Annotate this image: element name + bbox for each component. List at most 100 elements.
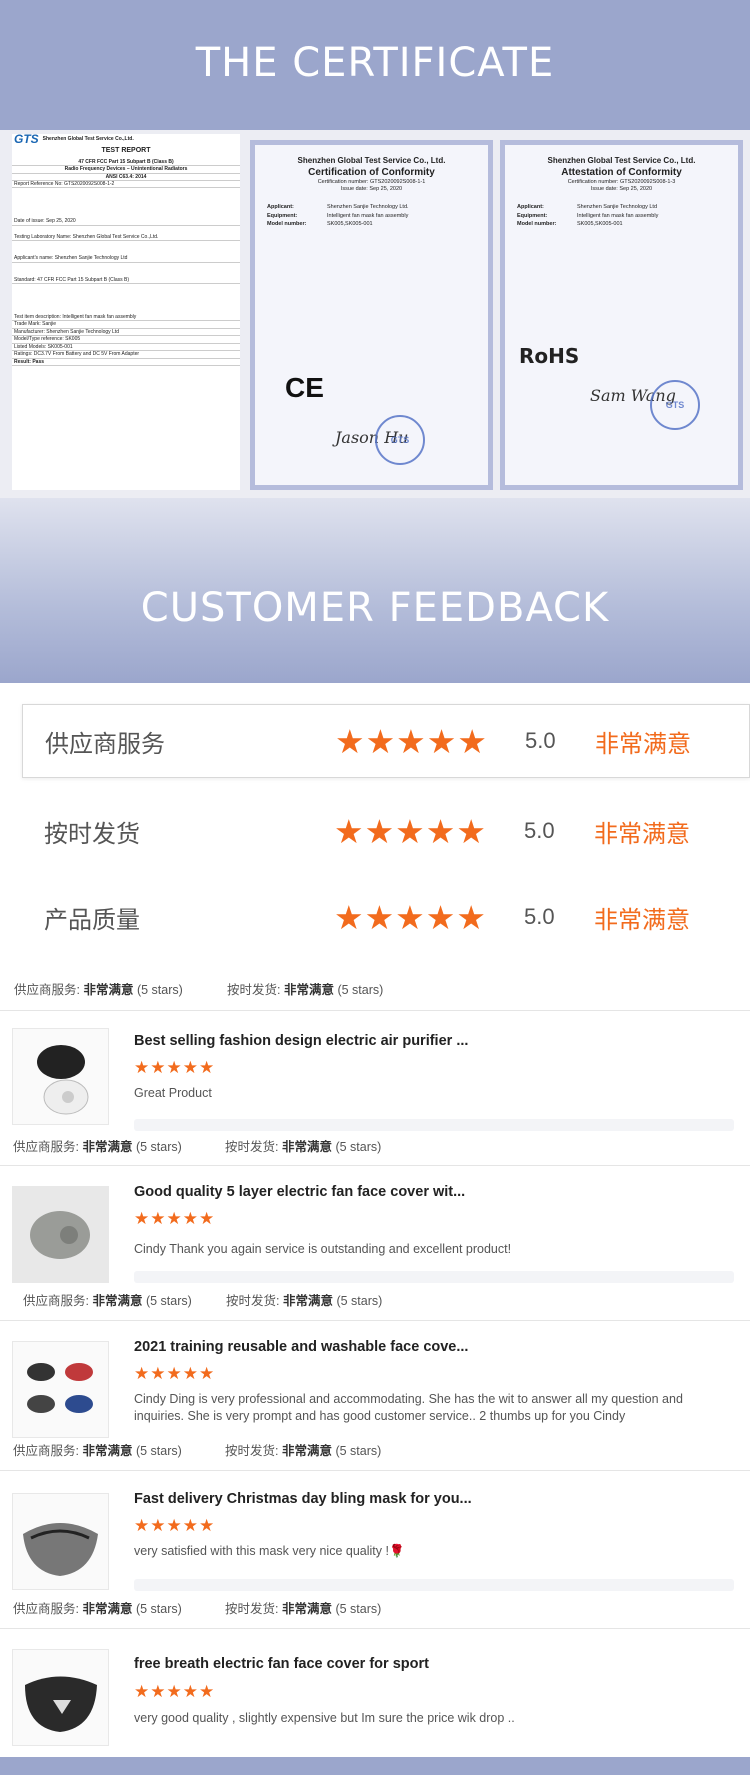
- review-text: very good quality , slightly expensive b…: [134, 1711, 515, 1725]
- review-title[interactable]: Best selling fashion design electric air…: [134, 1033, 468, 1049]
- summary-stars: (5 stars): [335, 1444, 382, 1458]
- review-title[interactable]: free breath electric fan face cover for …: [134, 1656, 429, 1672]
- rating-row: 按时发货 ★★★★★ 5.0 非常满意: [22, 794, 750, 868]
- product-image[interactable]: [12, 1493, 109, 1590]
- rohs-certificate: Shenzhen Global Test Service Co., Ltd. A…: [500, 140, 743, 490]
- summary-label: 供应商服务:: [13, 1602, 79, 1616]
- gts-logo: GTS: [14, 134, 39, 146]
- summary-stars: (5 stars): [337, 983, 384, 997]
- cert-number: Certification number: GTS2020092S008-1-3: [567, 179, 676, 185]
- summary-value: 非常满意: [281, 1140, 332, 1154]
- cert-title: Certification of Conformity: [308, 167, 435, 178]
- summary-label: 供应商服务:: [23, 1294, 89, 1308]
- review-text: Cindy Ding is very professional and acco…: [134, 1392, 683, 1423]
- cert-applicant: Shenzhen Sanjie Technology Ltd: [577, 204, 658, 211]
- test-report-document: GTS Shenzhen Global Test Service Co.,Ltd…: [12, 134, 240, 490]
- review-title[interactable]: 2021 training reusable and washable face…: [134, 1339, 468, 1355]
- rating-text: 非常满意: [595, 729, 691, 758]
- cert-date: Issue date: Sep 25, 2020: [340, 185, 403, 192]
- report-line: Standard: 47 CFR FCC Part 15 Subpart B (…: [12, 277, 240, 285]
- report-line: Report Reference No: GTS2020092S008-1-2: [12, 181, 240, 189]
- star-icon: ★★★★★: [134, 1516, 216, 1535]
- ce-certificate: Shenzhen Global Test Service Co., Ltd. C…: [250, 140, 493, 490]
- summary-stars: (5 stars): [335, 1140, 382, 1154]
- rating-label: 供应商服务: [45, 729, 165, 758]
- footer-band: [0, 1757, 750, 1775]
- cert-model: SK005,SK005-001: [577, 221, 623, 228]
- cert-applicant: Shenzhen Sanjie Technology Ltd.: [327, 204, 409, 211]
- review-placeholder-bar: [134, 1271, 734, 1283]
- cert-title: Attestation of Conformity: [561, 167, 682, 178]
- summary-label: 供应商服务:: [13, 1444, 79, 1458]
- summary-label: 按时发货:: [227, 983, 281, 997]
- star-icon: ★★★★★: [334, 898, 487, 936]
- review-item[interactable]: 2021 training reusable and washable face…: [0, 1320, 750, 1456]
- summary-label: 按时发货:: [225, 1602, 279, 1616]
- product-image[interactable]: [12, 1028, 109, 1125]
- review-placeholder-bar: [134, 1119, 734, 1131]
- cert-equipment: Intelligent fan mask fan assembly: [577, 212, 659, 219]
- stamp-icon: GTS: [650, 380, 700, 430]
- summary-value: 非常满意: [281, 1444, 332, 1458]
- cert-model: SK005,SK005-001: [327, 221, 373, 228]
- summary-label: 供应商服务:: [14, 983, 80, 997]
- review-placeholder-bar: [134, 1579, 734, 1591]
- summary-label: 按时发货:: [225, 1140, 279, 1154]
- rating-score: 5.0: [524, 904, 555, 929]
- rohs-mark: RoHS: [519, 344, 580, 368]
- review-item[interactable]: Best selling fashion design electric air…: [0, 1010, 750, 1156]
- rating-row: 产品质量 ★★★★★ 5.0 非常满意: [22, 880, 750, 954]
- review-text: Great Product: [134, 1086, 212, 1100]
- star-icon: ★★★★★: [335, 722, 488, 760]
- summary-stars: (5 stars): [136, 983, 183, 997]
- review-item[interactable]: free breath electric fan face cover for …: [0, 1628, 750, 1758]
- summary-stars: (5 stars): [145, 1294, 192, 1308]
- report-line: Model/Type reference: SK005: [12, 336, 240, 344]
- rating-row: 供应商服务 ★★★★★ 5.0 非常满意: [22, 704, 750, 778]
- rating-score: 5.0: [525, 728, 556, 753]
- star-icon: ★★★★★: [134, 1364, 216, 1383]
- review-text: Cindy Thank you again service is outstan…: [134, 1242, 512, 1256]
- report-company: Shenzhen Global Test Service Co.,Ltd.: [42, 136, 134, 142]
- rating-text: 非常满意: [594, 819, 690, 848]
- customer-feedback-title: CUSTOMER FEEDBACK: [140, 585, 610, 631]
- summary-label: 按时发货:: [226, 1294, 280, 1308]
- report-line: Ratings: DC3.7V From Battery and DC 5V F…: [12, 351, 240, 359]
- summary-stars: (5 stars): [335, 1602, 382, 1616]
- summary-value: 非常满意: [282, 1294, 333, 1308]
- summary-label: 供应商服务:: [13, 1140, 79, 1154]
- rating-label: 按时发货: [44, 819, 140, 848]
- summary-value: 非常满意: [82, 1602, 133, 1616]
- cert-company: Shenzhen Global Test Service Co., Ltd.: [547, 156, 696, 165]
- cert-equipment: Intelligent fan mask fan assembly: [327, 212, 409, 219]
- summary-stars: (5 stars): [135, 1444, 182, 1458]
- star-icon: ★★★★★: [134, 1058, 216, 1077]
- report-title: TEST REPORT: [101, 147, 151, 155]
- product-image[interactable]: [12, 1341, 109, 1438]
- star-icon: ★★★★★: [334, 812, 487, 850]
- summary-stars: (5 stars): [135, 1140, 182, 1154]
- report-line: Manufacturer: Shenzhen Sanjie Technology…: [12, 329, 240, 337]
- rating-score: 5.0: [524, 818, 555, 843]
- report-line: ANSI C63.4: 2014: [12, 174, 240, 182]
- cert-date: Issue date: Sep 25, 2020: [590, 185, 653, 192]
- report-line: Applicant's name: Shenzhen Sanjie Techno…: [12, 255, 240, 263]
- cert-company: Shenzhen Global Test Service Co., Ltd.: [297, 156, 446, 165]
- certificate-title: THE CERTIFICATE: [195, 40, 555, 86]
- rating-label: 产品质量: [44, 905, 140, 934]
- product-image[interactable]: [12, 1186, 109, 1283]
- report-line: 47 CFR FCC Part 15 Subpart B (Class B): [12, 159, 240, 167]
- product-image[interactable]: [12, 1649, 109, 1746]
- summary-value: 非常满意: [92, 1294, 143, 1308]
- rating-text: 非常满意: [594, 905, 690, 934]
- report-line: Trade Mark: Sanjie: [12, 321, 240, 329]
- summary-stars: (5 stars): [135, 1602, 182, 1616]
- report-line: Result: Pass: [12, 359, 240, 366]
- review-title[interactable]: Good quality 5 layer electric fan face c…: [134, 1184, 465, 1200]
- summary-value: 非常满意: [283, 983, 334, 997]
- review-title[interactable]: Fast delivery Christmas day bling mask f…: [134, 1491, 472, 1507]
- summary-value: 非常满意: [83, 983, 134, 997]
- cert-number: Certification number: GTS2020092S008-1-1: [317, 179, 426, 185]
- star-icon: ★★★★★: [134, 1682, 216, 1701]
- report-line: Listed Models: SK005-001: [12, 344, 240, 352]
